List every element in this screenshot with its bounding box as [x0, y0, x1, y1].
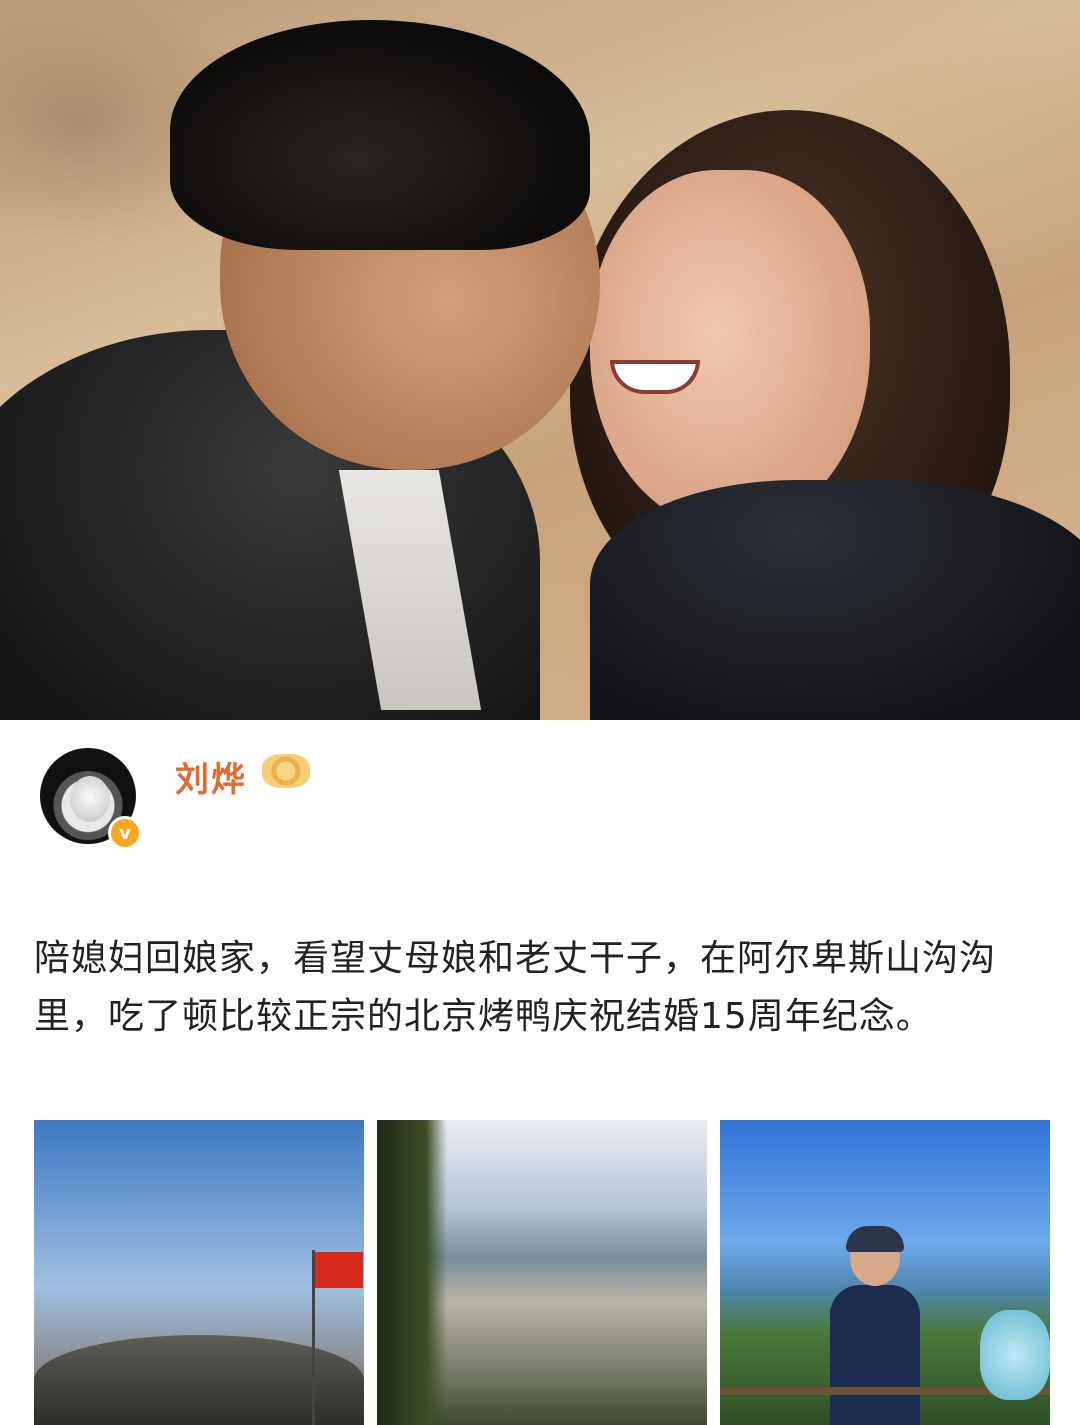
- username[interactable]: 刘烨: [175, 752, 247, 801]
- flag-icon: [315, 1252, 363, 1288]
- photo-thumbnail[interactable]: [377, 1120, 707, 1425]
- photo-person: [820, 1226, 930, 1425]
- photo-grid: [34, 1120, 1050, 1425]
- photo-thumbnail[interactable]: [34, 1120, 364, 1425]
- photo-man-hair: [170, 20, 590, 250]
- avatar[interactable]: v: [40, 748, 142, 850]
- avatar-face: [70, 776, 110, 822]
- post-screenshot: v 刘烨 陪媳妇回娘家，看望丈母娘和老丈干子，在阿尔卑斯山沟沟里，吃了顿比较正宗…: [0, 0, 1080, 1425]
- crown-badge-icon[interactable]: [262, 754, 310, 788]
- photo-woman-coat: [590, 480, 1080, 720]
- photo-person-cap: [846, 1226, 904, 1252]
- photo-fan: [980, 1310, 1050, 1400]
- post-header: v 刘烨: [0, 720, 1080, 910]
- photo-woman-face: [590, 170, 870, 530]
- photo-tree: [377, 1120, 447, 1425]
- hero-photo[interactable]: [0, 0, 1080, 720]
- photo-person-body: [830, 1285, 920, 1425]
- post-text: 陪媳妇回娘家，看望丈母娘和老丈干子，在阿尔卑斯山沟沟里，吃了顿比较正宗的北京烤鸭…: [34, 938, 997, 1037]
- verified-icon: v: [108, 816, 142, 850]
- photo-thumbnail[interactable]: [720, 1120, 1050, 1425]
